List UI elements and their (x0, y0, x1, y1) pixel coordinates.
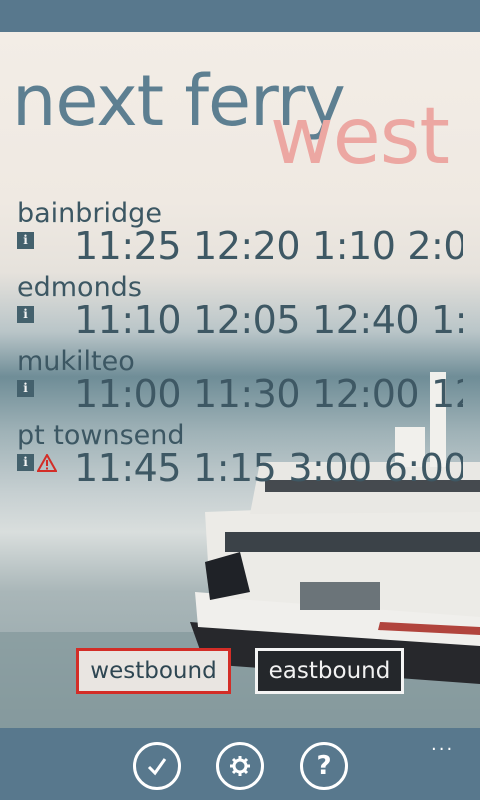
application-bar: ? ... (0, 728, 480, 800)
departure-times: 11:2512:201:102:053 (74, 224, 463, 268)
departure-times: 11:451:153:006:007: (74, 446, 463, 490)
direction-title: west (270, 92, 450, 182)
westbound-button[interactable]: westbound (76, 648, 231, 694)
departure-time: 11:10 (74, 298, 182, 342)
info-icon[interactable]: i (17, 306, 34, 323)
departure-time: 1:40 (431, 298, 463, 342)
departure-time: 12:05 (193, 298, 301, 342)
settings-button[interactable] (216, 742, 264, 790)
departure-time: 11:45 (74, 446, 182, 490)
route-edmonds[interactable]: edmonds i 11:1012:0512:401:40 (17, 272, 480, 346)
departure-time: 1:15 (193, 446, 277, 490)
departure-time: 2:05 (407, 224, 463, 268)
departure-time: 12:40 (312, 298, 420, 342)
departure-time: 6:00 (383, 446, 463, 490)
departure-time: 3:00 (288, 446, 372, 490)
departure-times: 11:1012:0512:40 1:40 (74, 298, 463, 342)
more-options-icon[interactable]: ... (431, 736, 454, 754)
gear-icon (230, 756, 250, 776)
route-pt-townsend[interactable]: pt townsend i 11:451:153:006:007: (17, 420, 480, 494)
info-icon[interactable]: i (17, 454, 34, 471)
departure-time: 11:00 (74, 372, 182, 416)
background-scene: next ferry west bainbridge i 11:25 12:20 1… (0, 32, 480, 728)
route-icons: i (17, 232, 34, 249)
route-icons: i (17, 380, 34, 397)
departure-time: 1:10 (312, 224, 396, 268)
departure-time: 11:25 (74, 224, 182, 268)
check-button[interactable] (133, 742, 181, 790)
departure-time: 12:30 (431, 372, 463, 416)
warning-triangle-icon[interactable] (37, 454, 57, 472)
help-button[interactable]: ? (300, 742, 348, 790)
departure-times: 11:0011:3012:00 12:30 (74, 372, 463, 416)
eastbound-button[interactable]: eastbound (255, 648, 404, 694)
route-icons: i (17, 306, 34, 323)
departure-time: 12:20 (193, 224, 301, 268)
status-bar (0, 0, 480, 32)
question-icon: ? (316, 751, 332, 781)
info-icon[interactable]: i (17, 380, 34, 397)
route-icons: i (17, 454, 57, 472)
departure-time: 11:30 (193, 372, 301, 416)
route-bainbridge[interactable]: bainbridge i 11:2512:201:102:053 (17, 198, 480, 272)
check-icon (147, 758, 167, 776)
route-mukilteo[interactable]: mukilteo i 11:0011:3012:0012:30 (17, 346, 480, 420)
departure-time: 12:00 (312, 372, 420, 416)
info-icon[interactable]: i (17, 232, 34, 249)
